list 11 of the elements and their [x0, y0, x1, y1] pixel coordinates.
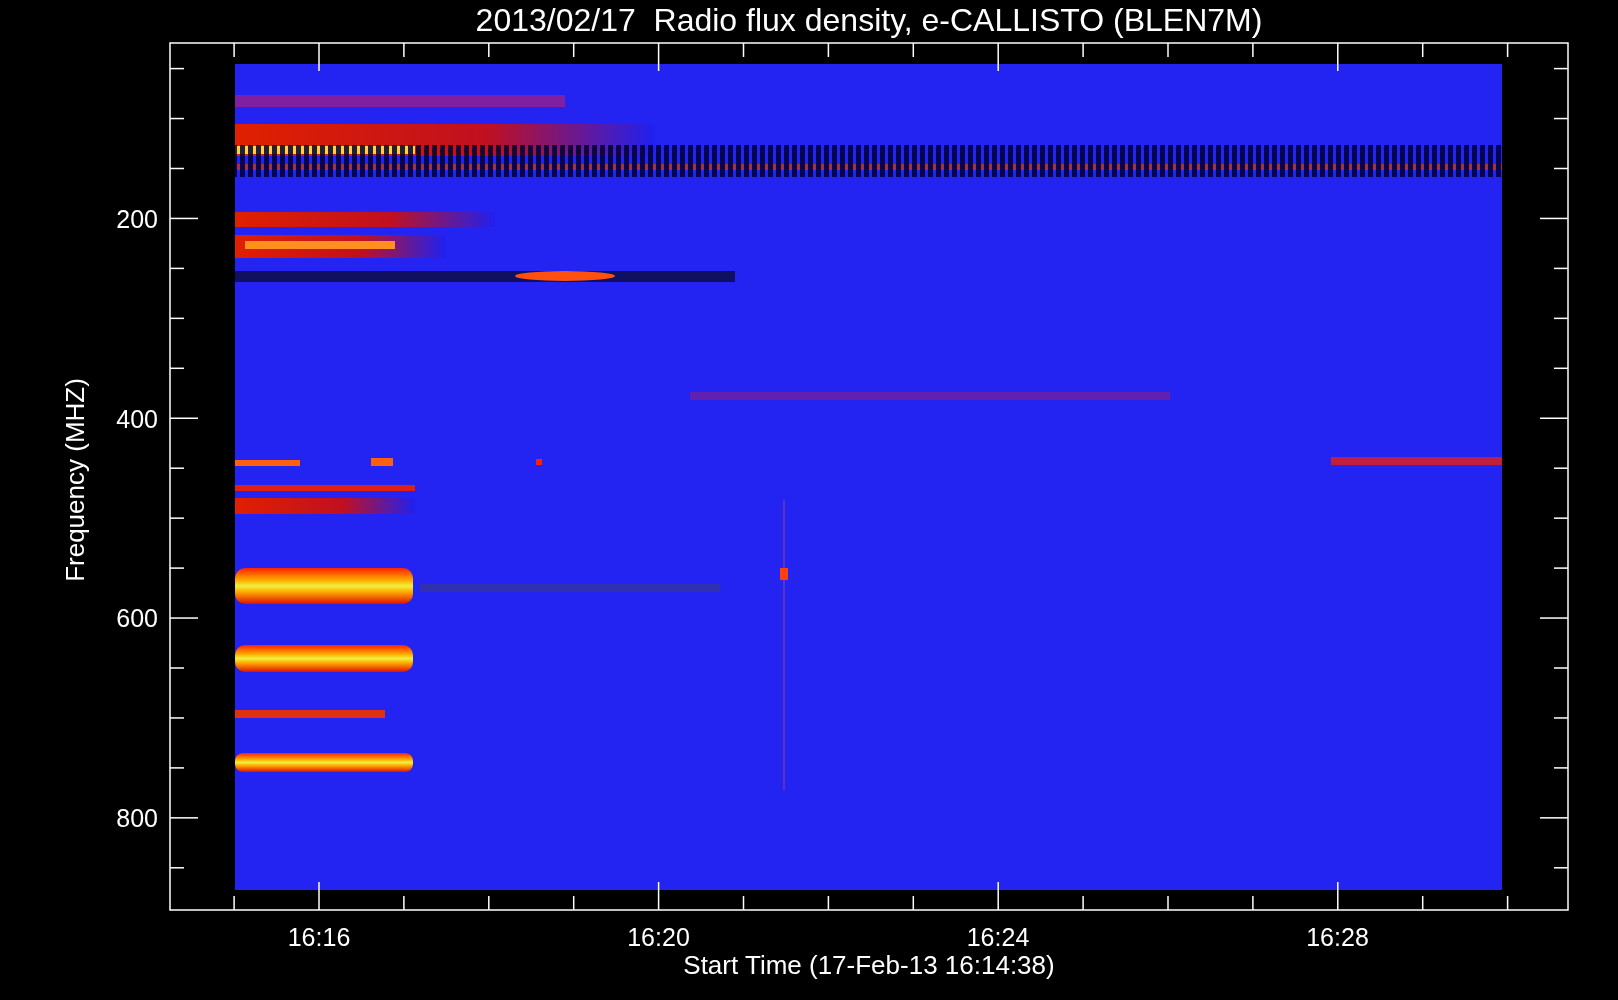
- tick-label: 16:20: [627, 923, 690, 951]
- axis-label: Frequency (MHZ): [60, 378, 90, 582]
- tick-label: 16:16: [287, 923, 351, 951]
- tick-label: 200: [116, 205, 158, 233]
- axis-label: Start Time (17-Feb-13 16:14:38): [683, 950, 1055, 980]
- chart-title: 2013/02/17 Radio flux density, e-CALLISTO (BLEN7M): [475, 2, 1263, 38]
- tick-label: 16:24: [966, 923, 1030, 951]
- tick-label: 16:28: [1306, 923, 1369, 951]
- tick-label: 600: [116, 604, 158, 633]
- tick-label: 800: [116, 804, 158, 833]
- tick-label: 400: [116, 404, 158, 433]
